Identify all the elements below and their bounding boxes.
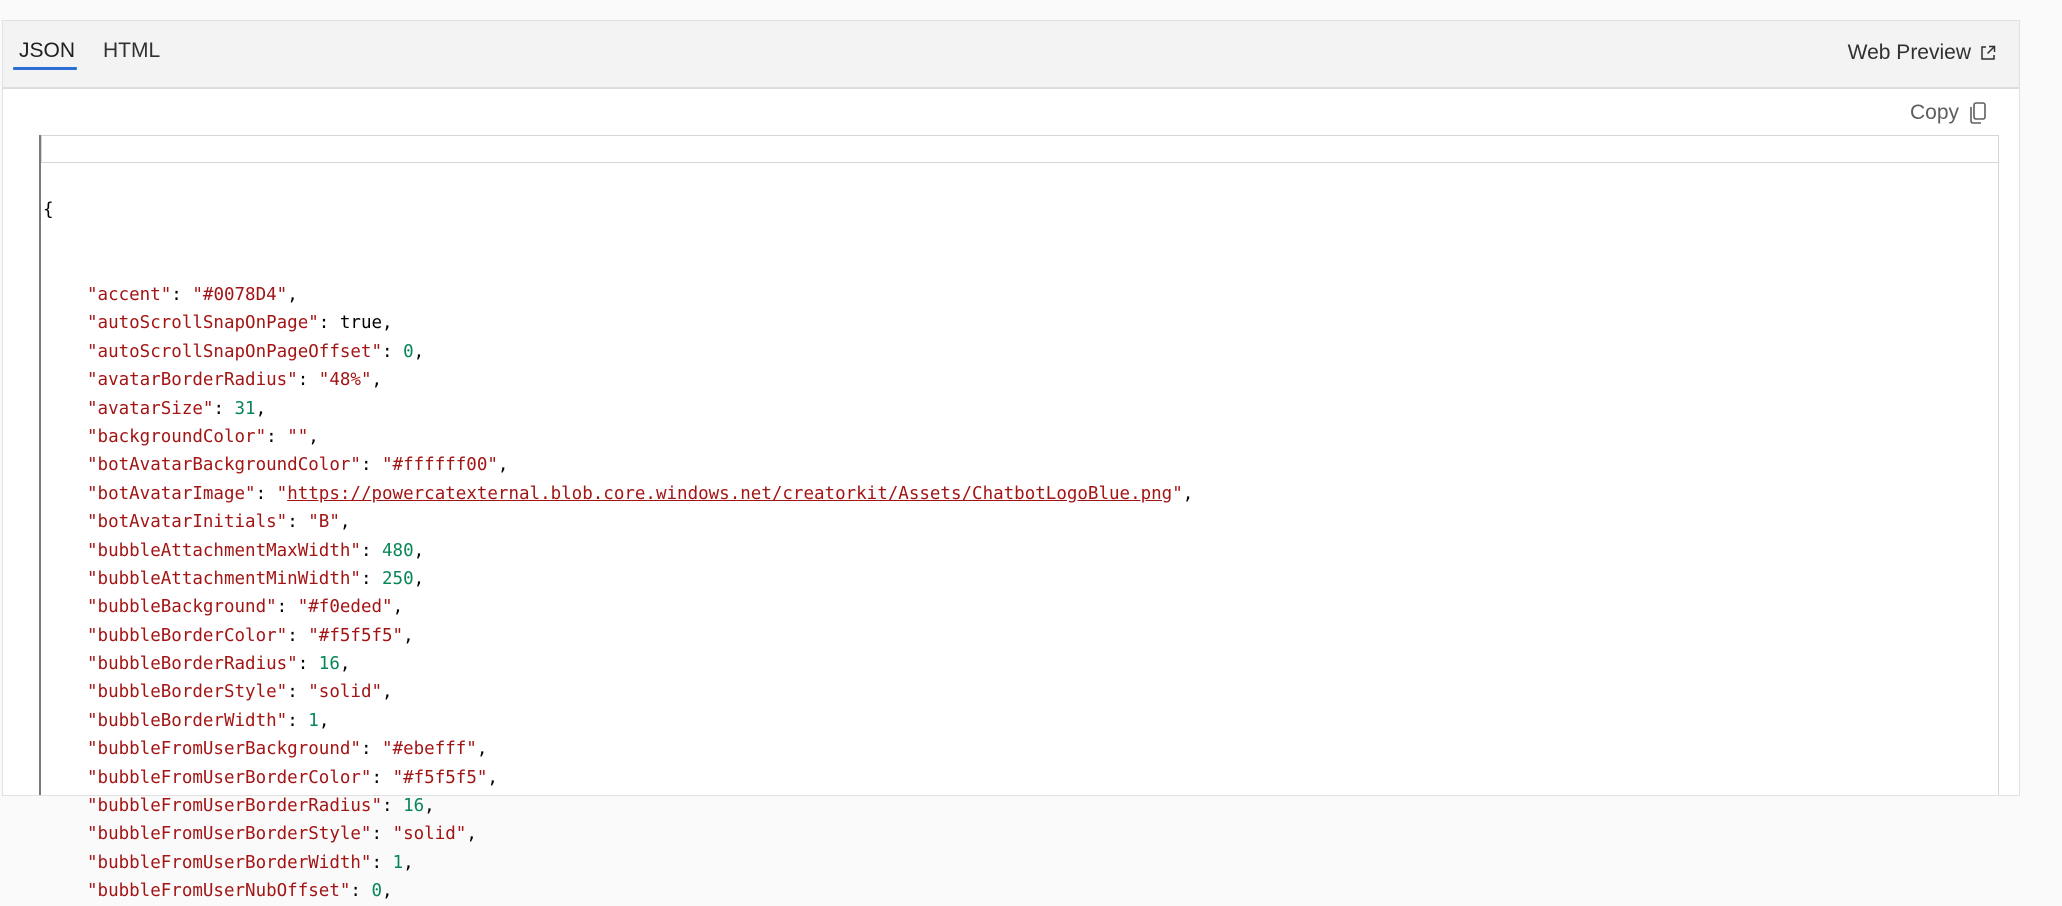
code-line: "bubbleBackground": "#f0eded", — [87, 597, 404, 618]
json-key: "bubbleBorderStyle" — [87, 682, 288, 703]
json-value: 1 — [392, 852, 404, 873]
vertical-scrollbar[interactable] — [1998, 135, 2019, 795]
json-value: 16 — [403, 796, 425, 817]
json-key: "bubbleFromUserBorderStyle" — [87, 824, 372, 845]
code-line: "accent": "#0078D4", — [87, 285, 298, 306]
json-code-block: { "accent": "#0078D4", "autoScrollSnapOnP… — [41, 139, 1193, 906]
json-key: "autoScrollSnapOnPage" — [87, 313, 319, 334]
web-preview-button[interactable]: Web Preview — [1848, 41, 1997, 65]
code-line: "bubbleFromUserBorderWidth": 1, — [87, 852, 414, 873]
json-value: "#ffffff00" — [382, 455, 498, 476]
json-value: "#f0eded" — [297, 597, 393, 618]
json-key: "bubbleFromUserBorderRadius" — [87, 796, 383, 817]
json-key: "botAvatarImage" — [87, 483, 256, 504]
json-value: "solid" — [308, 682, 383, 703]
json-value: 1 — [308, 710, 319, 731]
code-line: "bubbleAttachmentMinWidth": 250, — [87, 568, 425, 589]
code-line: "bubbleAttachmentMaxWidth": 480, — [87, 540, 425, 561]
json-value: true — [339, 313, 383, 334]
json-value: "48%" — [318, 370, 372, 391]
json-value: "#f5f5f5" — [308, 625, 404, 646]
json-key: "autoScrollSnapOnPageOffset" — [87, 341, 383, 362]
tab-bar: JSON HTML Web Preview — [3, 21, 2019, 89]
code-line: "bubbleBorderRadius": 16, — [87, 654, 351, 675]
json-key: "bubbleBorderRadius" — [87, 654, 298, 675]
json-value: 250 — [382, 568, 414, 589]
web-preview-label: Web Preview — [1847, 41, 1971, 64]
code-line-open-brace: { — [43, 199, 54, 220]
json-key: "bubbleFromUserNubOffset" — [87, 881, 351, 902]
json-value: 31 — [234, 398, 256, 419]
code-line: "bubbleBorderColor": "#f5f5f5", — [87, 625, 414, 646]
json-key: "botAvatarBackgroundColor" — [87, 455, 361, 476]
tab-html[interactable]: HTML — [103, 37, 160, 65]
tab-json[interactable]: JSON — [19, 37, 75, 65]
copy-label: Copy — [1909, 101, 1959, 124]
code-line: "autoScrollSnapOnPage": true, — [87, 313, 393, 334]
json-key: "avatarBorderRadius" — [87, 370, 298, 391]
code-line: "botAvatarImage": "https://powercatexter… — [87, 483, 1194, 504]
json-value: 0 — [403, 341, 414, 362]
copy-icon — [1969, 101, 1987, 125]
code-line: "bubbleFromUserBackground": "#ebefff", — [87, 739, 488, 760]
code-editor[interactable]: { "accent": "#0078D4", "autoScrollSnapOnP… — [39, 135, 2019, 901]
json-key: "avatarSize" — [87, 398, 214, 419]
copy-button[interactable]: Copy — [1910, 101, 1987, 125]
json-value: "#ebefff" — [382, 739, 477, 760]
code-line: "avatarBorderRadius": "48%", — [87, 370, 383, 391]
json-value: 0 — [371, 881, 383, 902]
json-value: "B" — [308, 512, 340, 533]
code-line: "bubbleBorderStyle": "solid", — [87, 682, 393, 703]
code-line: "bubbleFromUserBorderStyle": "solid", — [87, 824, 477, 845]
json-value: "#f5f5f5" — [392, 767, 488, 788]
copy-toolbar: Copy — [3, 89, 2019, 135]
external-link-icon — [1979, 44, 1997, 62]
code-line: "backgroundColor": "", — [87, 426, 319, 447]
code-line: "bubbleBorderWidth": 1, — [87, 710, 330, 731]
json-value-link[interactable]: https://powercatexternal.blob.core.windo… — [287, 484, 1172, 504]
json-value: 480 — [382, 540, 414, 561]
active-tab-indicator — [13, 67, 77, 70]
code-line: "avatarSize": 31, — [87, 398, 267, 419]
json-key: "backgroundColor" — [87, 426, 267, 447]
json-key: "botAvatarInitials" — [87, 512, 288, 533]
json-key: "bubbleFromUserBorderWidth" — [87, 852, 372, 873]
json-key: "accent" — [87, 285, 172, 306]
json-key: "bubbleFromUserBackground" — [87, 739, 361, 760]
json-value: 16 — [318, 654, 340, 675]
code-line: "botAvatarBackgroundColor": "#ffffff00", — [87, 455, 509, 476]
json-key: "bubbleAttachmentMinWidth" — [87, 568, 361, 589]
json-value: "solid" — [392, 824, 467, 845]
code-line: "bubbleFromUserBorderColor": "#f5f5f5", — [87, 767, 498, 788]
json-key: "bubbleAttachmentMaxWidth" — [87, 540, 361, 561]
code-line: "autoScrollSnapOnPageOffset": 0, — [87, 341, 425, 362]
json-value: "#0078D4" — [192, 285, 288, 306]
code-viewer-panel: JSON HTML Web Preview Copy {"accent": "… — [2, 20, 2020, 901]
code-line: "bubbleFromUserNubOffset": 0, — [87, 881, 393, 902]
json-key: "bubbleFromUserBorderColor" — [87, 767, 372, 788]
json-key: "bubbleBackground" — [87, 597, 277, 618]
json-key: "bubbleBorderColor" — [87, 625, 288, 646]
json-key: "bubbleBorderWidth" — [87, 710, 288, 731]
code-line: "bubbleFromUserBorderRadius": 16, — [87, 796, 435, 817]
code-line: "botAvatarInitials": "B", — [87, 512, 351, 533]
json-value: "" — [287, 426, 309, 447]
